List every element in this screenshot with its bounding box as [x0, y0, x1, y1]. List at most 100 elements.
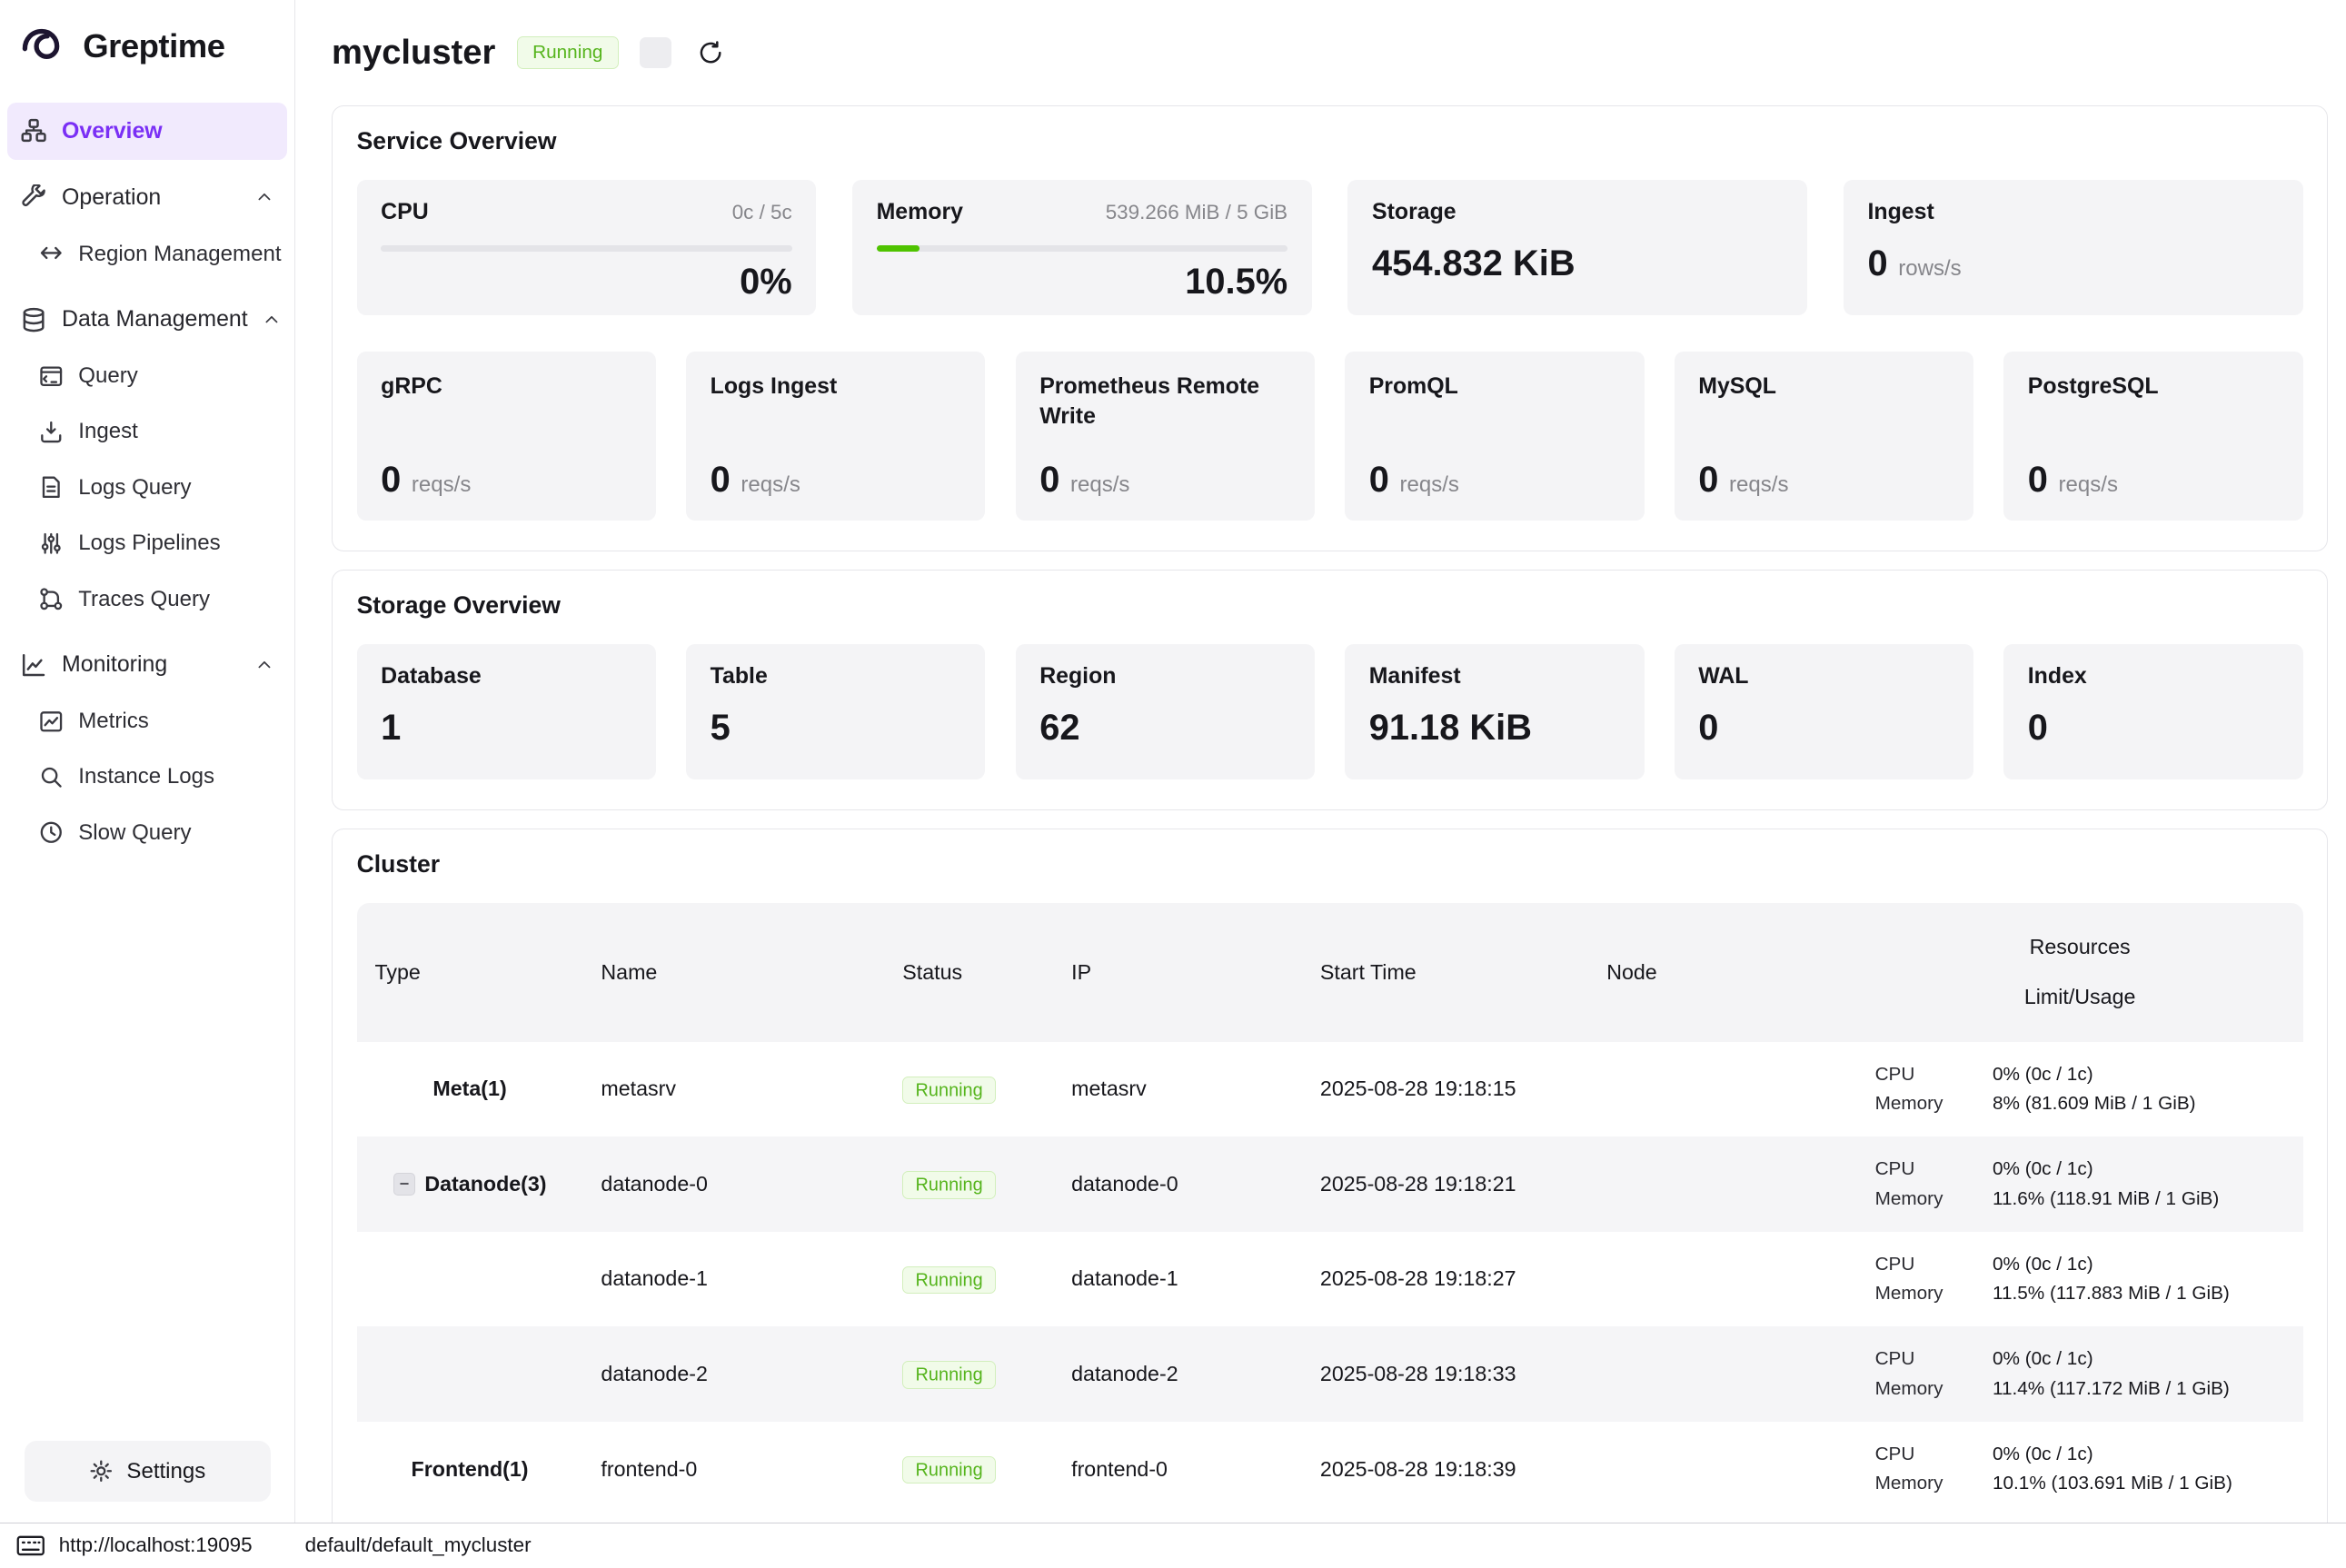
database-tile: Database 1 — [357, 644, 656, 779]
column-header-ip: IP — [1053, 903, 1302, 1042]
sidebar-item-label: Region Management — [78, 242, 281, 267]
cell-resources: CPU Memory 0% (0c / 1c) 11.6% (118.91 Mi… — [1857, 1158, 2303, 1209]
metrics-icon — [39, 710, 64, 734]
database-icon — [21, 307, 46, 332]
sidebar-item-ingest[interactable]: Ingest — [25, 404, 287, 460]
cell-ip: datanode-1 — [1053, 1266, 1302, 1291]
column-header-name: Name — [583, 903, 885, 1042]
column-header-start-time: Start Time — [1302, 903, 1588, 1042]
cell-type: − Datanode(3) — [357, 1172, 583, 1196]
cell-start-time: 2025-08-28 19:18:33 — [1302, 1362, 1588, 1386]
cell-name: datanode-1 — [583, 1266, 885, 1291]
cpu-usage: 0% (0c / 1c) — [1993, 1254, 2230, 1275]
sidebar-item-slow-query[interactable]: Slow Query — [25, 805, 287, 860]
cell-name: datanode-2 — [583, 1362, 885, 1386]
sidebar-item-logs-pipelines[interactable]: Logs Pipelines — [25, 515, 287, 571]
sidebar-item-label: Traces Query — [78, 587, 210, 612]
brand-name: Greptime — [83, 27, 224, 65]
refresh-icon — [698, 40, 723, 65]
cell-start-time: 2025-08-28 19:18:27 — [1302, 1266, 1588, 1291]
memory-detail: 539.266 MiB / 5 GiB — [1106, 201, 1287, 224]
refresh-button[interactable] — [692, 35, 729, 71]
keyboard-icon — [16, 1534, 45, 1557]
pipelines-icon — [39, 531, 64, 556]
chevron-up-icon — [263, 311, 281, 329]
logs-query-icon — [39, 475, 64, 500]
ingest-label: Ingest — [1867, 199, 2279, 225]
column-header-node: Node — [1588, 903, 1856, 1042]
ingest-unit: rows/s — [1898, 256, 1961, 282]
sidebar-item-overview[interactable]: Overview — [7, 103, 287, 160]
postgresql-tile: PostgreSQL 0 reqs/s — [2003, 352, 2302, 521]
sidebar-item-instance-logs[interactable]: Instance Logs — [25, 749, 287, 805]
cluster-table: Type Name Status IP Start Time Node Reso… — [357, 903, 2303, 1516]
sidebar-item-label: Slow Query — [78, 820, 191, 846]
table-row: datanode-1 Running datanode-1 2025-08-28… — [357, 1232, 2303, 1327]
mysql-tile: MySQL 0 reqs/s — [1675, 352, 1973, 521]
wrench-icon — [21, 184, 46, 210]
ingest-value: 0 — [1867, 243, 1887, 284]
manifest-tile: Manifest 91.18 KiB — [1345, 644, 1644, 779]
column-header-type: Type — [357, 903, 583, 1042]
settings-button[interactable]: Settings — [25, 1441, 271, 1501]
cluster-name-title: mycluster — [332, 33, 495, 73]
sidebar-group-operation[interactable]: Operation — [7, 169, 287, 226]
grpc-tile: gRPC 0 reqs/s — [357, 352, 656, 521]
cpu-usage: 0% (0c / 1c) — [1993, 1158, 2219, 1180]
cell-name: frontend-0 — [583, 1457, 885, 1482]
greptime-logo-icon — [21, 21, 72, 72]
region-icon — [39, 242, 64, 266]
sidebar-group-label: Operation — [62, 184, 161, 211]
cell-start-time: 2025-08-28 19:18:15 — [1302, 1077, 1588, 1101]
server-url: http://localhost:19095 — [59, 1533, 253, 1557]
promql-tile: PromQL 0 reqs/s — [1345, 352, 1644, 521]
cell-ip: metasrv — [1053, 1077, 1302, 1101]
sidebar-item-label: Instance Logs — [78, 764, 214, 789]
chevron-up-icon — [255, 656, 273, 674]
sidebar-item-region-management[interactable]: Region Management — [25, 226, 287, 282]
sidebar-item-label: Logs Query — [78, 475, 191, 501]
wal-tile: WAL 0 — [1675, 644, 1973, 779]
cell-resources: CPU Memory 0% (0c / 1c) 10.1% (103.691 M… — [1857, 1444, 2303, 1494]
storage-tile: Storage 454.832 KiB — [1347, 180, 1807, 315]
storage-overview-card: Storage Overview Database 1 Table 5 Regi… — [332, 570, 2328, 810]
service-overview-card: Service Overview CPU 0c / 5c 0% Memory — [332, 105, 2328, 551]
memory-usage: 11.6% (118.91 MiB / 1 GiB) — [1993, 1188, 2219, 1210]
cpu-usage: 0% (0c / 1c) — [1993, 1444, 2232, 1465]
cell-name: metasrv — [583, 1077, 885, 1101]
cpu-detail: 0c / 5c — [732, 201, 792, 224]
sidebar-group-monitoring[interactable]: Monitoring — [7, 636, 287, 693]
resources-header-label: Resources — [2030, 935, 2131, 959]
cell-start-time: 2025-08-28 19:18:21 — [1302, 1172, 1588, 1196]
database-scope: default/default_mycluster — [305, 1533, 532, 1557]
memory-label: Memory — [877, 199, 963, 225]
sidebar-item-traces-query[interactable]: Traces Query — [25, 571, 287, 627]
sidebar-item-query[interactable]: Query — [25, 348, 287, 403]
sidebar: Greptime Overview Operation — [0, 0, 295, 1523]
cell-status: Running — [884, 1171, 1053, 1196]
storage-label: Storage — [1372, 199, 1784, 225]
status-badge: Running — [902, 1171, 996, 1199]
sidebar-item-logs-query[interactable]: Logs Query — [25, 460, 287, 515]
status-badge: Running — [902, 1077, 996, 1105]
app-shell: Greptime Overview Operation — [0, 0, 2346, 1523]
cell-resources: CPU Memory 0% (0c / 1c) 8% (81.609 MiB /… — [1857, 1064, 2303, 1115]
cell-type: Frontend(1) — [357, 1457, 583, 1482]
cell-resources: CPU Memory 0% (0c / 1c) 11.5% (117.883 M… — [1857, 1254, 2303, 1305]
cell-type: Meta(1) — [357, 1077, 583, 1101]
status-bar: http://localhost:19095 default/default_m… — [0, 1523, 2346, 1567]
cluster-table-header: Type Name Status IP Start Time Node Reso… — [357, 903, 2303, 1042]
cell-name: datanode-0 — [583, 1172, 885, 1196]
search-icon — [39, 765, 64, 789]
slow-query-icon — [39, 820, 64, 845]
storage-value: 454.832 KiB — [1372, 243, 1784, 284]
status-badge: Running — [902, 1266, 996, 1295]
brand-logo[interactable]: Greptime — [0, 9, 294, 103]
header-action-button[interactable] — [640, 37, 671, 69]
service-metrics-row: CPU 0c / 5c 0% Memory 539.266 MiB / 5 Gi… — [357, 180, 2303, 315]
cluster-status-badge: Running — [517, 36, 619, 70]
ingest-icon — [39, 420, 64, 444]
collapse-minus-icon[interactable]: − — [393, 1173, 416, 1196]
sidebar-group-data-management[interactable]: Data Management — [7, 291, 287, 348]
sidebar-item-metrics[interactable]: Metrics — [25, 693, 287, 749]
